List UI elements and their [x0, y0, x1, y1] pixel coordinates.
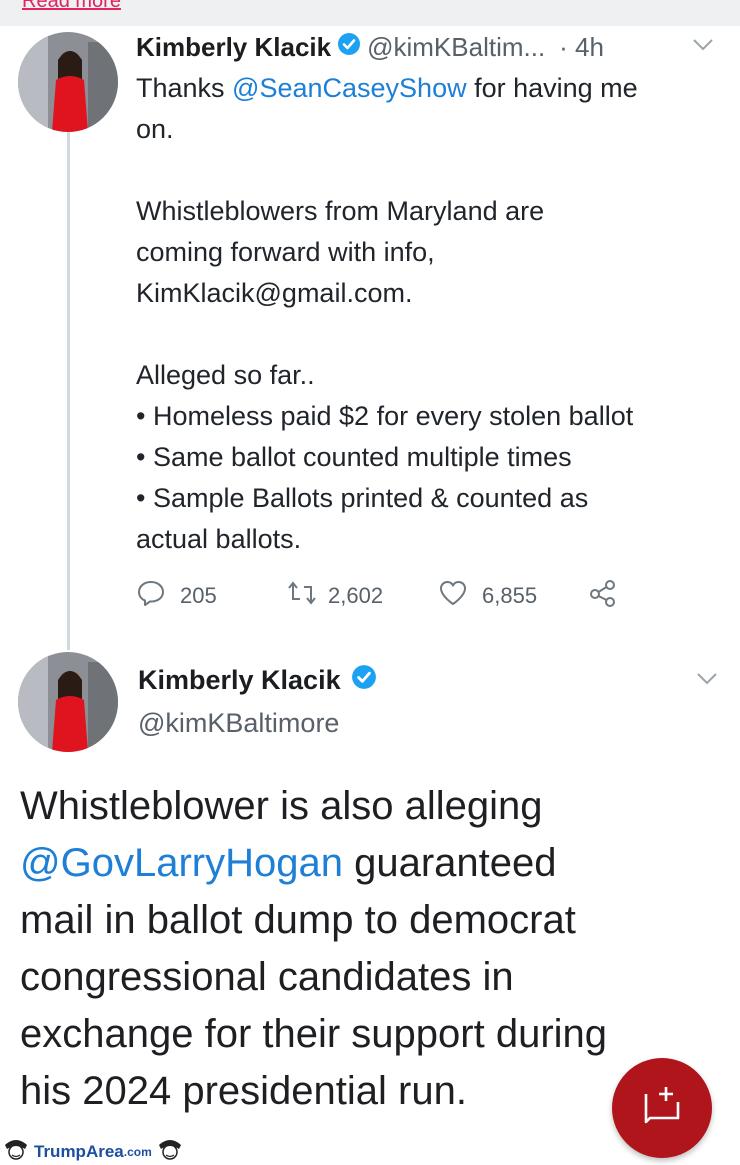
tweet-line: Alleged so far..: [136, 360, 315, 390]
tweet-line: Thanks @SeanCaseyShow for having me: [136, 68, 726, 109]
tweet-line: exchange for their support during: [20, 1012, 608, 1056]
cartoon-face-icon: [156, 1137, 184, 1165]
bullet-item: • Homeless paid $2 for every stolen ball…: [136, 401, 634, 431]
heart-icon: [438, 579, 468, 613]
tweet-line: on.: [136, 114, 174, 144]
text-span: guaranteed: [342, 841, 557, 885]
reply-icon: [136, 578, 166, 614]
tweet1-text: Thanks @SeanCaseyShow for having me on. …: [136, 68, 726, 560]
share-button[interactable]: [588, 578, 618, 614]
retweet-button[interactable]: 2,602: [286, 578, 383, 614]
thread-connector-line: [67, 132, 70, 650]
compose-tweet-button[interactable]: [612, 1058, 712, 1158]
text-span: for having me: [466, 73, 638, 103]
chevron-down-icon[interactable]: [696, 672, 718, 691]
compose-icon: [640, 1084, 684, 1133]
tweet-line: @GovLarryHogan guaranteed: [20, 835, 720, 892]
tweet1-header: Kimberly Klacik @kimKBaltim... · 4h: [136, 30, 604, 64]
tweet2-avatar[interactable]: [18, 652, 118, 752]
read-more-link[interactable]: Read more: [22, 0, 121, 13]
verified-badge-icon: [337, 32, 361, 63]
tweet-line: KimKlacik@gmail.com.: [136, 278, 413, 308]
watermark-suffix: .com: [123, 1144, 152, 1159]
watermark-brand: TrumpArea: [34, 1141, 124, 1161]
tweet-line: congressional candidates in: [20, 955, 514, 999]
author-handle[interactable]: @kimKBaltimore: [138, 708, 339, 739]
like-button[interactable]: 6,855: [438, 578, 537, 614]
tweet-line: Whistleblower is also alleging: [20, 784, 543, 828]
chevron-down-icon[interactable]: [692, 38, 714, 57]
bullet-item: • Same ballot counted multiple times: [136, 442, 572, 472]
verified-badge-icon: [351, 664, 377, 697]
tweet2-text: Whistleblower is also alleging @GovLarry…: [20, 778, 720, 1120]
bullet-item: • Sample Ballots printed & counted as: [136, 483, 589, 513]
tweet-line: actual ballots.: [136, 524, 302, 554]
tweet-line: Whistleblowers from Maryland are: [136, 196, 545, 226]
retweet-icon: [286, 578, 318, 614]
share-icon: [588, 578, 618, 614]
author-name[interactable]: Kimberly Klacik: [138, 665, 341, 696]
tweet-timestamp[interactable]: · 4h: [559, 32, 604, 63]
tweet1-action-bar: 205 2,602 6,855: [136, 578, 636, 614]
text-span: Thanks: [136, 73, 233, 103]
site-watermark: TrumpArea .com: [0, 1138, 260, 1165]
like-count: 6,855: [482, 583, 538, 608]
retweet-count: 2,602: [328, 583, 384, 608]
mention-link[interactable]: @SeanCaseyShow: [232, 73, 467, 103]
tweet1-avatar[interactable]: [18, 32, 118, 132]
tweet-line: coming forward with info,: [136, 237, 435, 267]
author-name[interactable]: Kimberly Klacik: [136, 32, 331, 63]
reply-button[interactable]: 205: [136, 578, 217, 614]
cartoon-face-icon: [2, 1137, 30, 1165]
author-handle[interactable]: @kimKBaltim...: [367, 32, 545, 63]
tweet-line: mail in ballot dump to democrat: [20, 898, 576, 942]
reply-count: 205: [180, 583, 217, 608]
tweet2-author-row: Kimberly Klacik: [138, 662, 383, 698]
mention-link[interactable]: @GovLarryHogan: [20, 841, 343, 885]
